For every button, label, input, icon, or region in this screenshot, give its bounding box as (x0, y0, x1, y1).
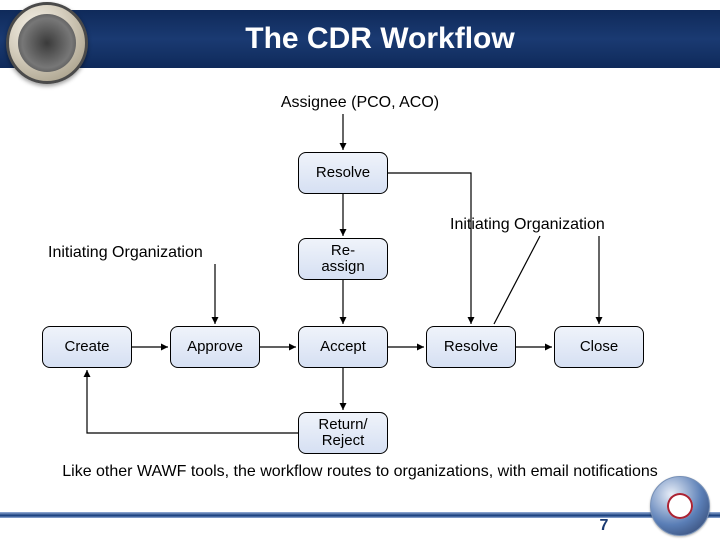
node-reassign: Re- assign (298, 238, 388, 280)
initiating-org-left-label: Initiating Organization (48, 244, 203, 262)
node-approve: Approve (170, 326, 260, 368)
agency-seal-left-icon (6, 2, 88, 84)
node-accept: Accept (298, 326, 388, 368)
node-return-reject: Return/ Reject (298, 412, 388, 454)
node-resolve-top: Resolve (298, 152, 388, 194)
page-number: 7 (584, 514, 624, 538)
node-close: Close (554, 326, 644, 368)
dod-seal-right-icon (650, 476, 710, 536)
title-bar: The CDR Workflow (0, 10, 720, 68)
assignee-label: Assignee (PCO, ACO) (0, 94, 720, 112)
caption-text: Like other WAWF tools, the workflow rout… (0, 462, 720, 482)
node-create: Create (42, 326, 132, 368)
page-title: The CDR Workflow (245, 22, 514, 56)
node-resolve-bottom: Resolve (426, 326, 516, 368)
initiating-org-right-label: Initiating Organization (450, 216, 605, 234)
